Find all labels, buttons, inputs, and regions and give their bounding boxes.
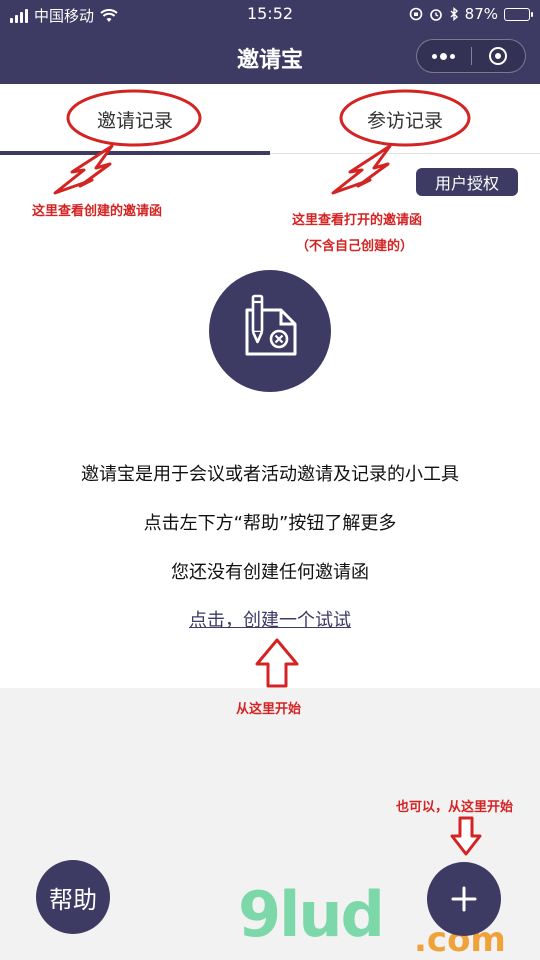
create-link-wrap: 点击，创建一个试试: [0, 606, 540, 632]
status-right: 87%: [409, 5, 533, 23]
main-content: 邀请记录 参访记录 用户授权 邀请宝是用于会议或者活动邀请及记录的小工具 点击左…: [0, 84, 540, 688]
down-arrow-icon: [450, 816, 482, 856]
battery-percent: 87%: [464, 5, 498, 23]
watermark-main: 9lud: [238, 878, 385, 951]
orientation-lock-icon: [409, 7, 422, 21]
close-mini-program-icon: [489, 47, 508, 65]
empty-state-illustration: [209, 270, 331, 392]
more-dots-icon: [432, 52, 456, 60]
tab-visit-records[interactable]: 参访记录: [270, 84, 540, 154]
mini-program-capsule: [416, 39, 526, 73]
nav-bar: 邀请宝: [0, 28, 540, 84]
active-tab-indicator: [0, 151, 270, 155]
watermark: 9lud .com: [238, 884, 506, 960]
annotation-also-start-here: 也可以，从这里开始: [396, 800, 514, 815]
close-button[interactable]: [472, 40, 526, 72]
help-button[interactable]: 帮助: [36, 860, 110, 934]
alarm-icon: [429, 9, 442, 21]
user-authorize-button[interactable]: 用户授权: [416, 168, 518, 196]
more-button[interactable]: [417, 40, 471, 72]
empty-state-line: 您还没有创建任何邀请函: [171, 562, 369, 583]
help-hint-line: 点击左下方“帮助”按钮了解更多: [143, 513, 397, 534]
tab-invite-records[interactable]: 邀请记录: [0, 84, 270, 154]
annotation-left-tab: 这里查看创建的邀请函: [32, 204, 163, 219]
battery-icon: [504, 7, 533, 21]
status-bar: 中国移动 15:52 87%: [0, 0, 540, 28]
annotation-right-tab-sub: （不含自己创建的）: [296, 239, 414, 254]
tab-bar: 邀请记录 参访记录: [0, 84, 540, 155]
create-invitation-link[interactable]: 点击，创建一个试试: [189, 610, 351, 631]
intro-line: 邀请宝是用于会议或者活动邀请及记录的小工具: [81, 464, 459, 485]
plus-icon: [451, 886, 477, 912]
annotation-right-tab: 这里查看打开的邀请函: [292, 213, 423, 228]
annotation-start-here: 从这里开始: [236, 702, 302, 717]
add-invitation-button[interactable]: [427, 862, 501, 936]
invitation-edit-icon: [245, 294, 297, 356]
bluetooth-icon: [450, 7, 458, 21]
